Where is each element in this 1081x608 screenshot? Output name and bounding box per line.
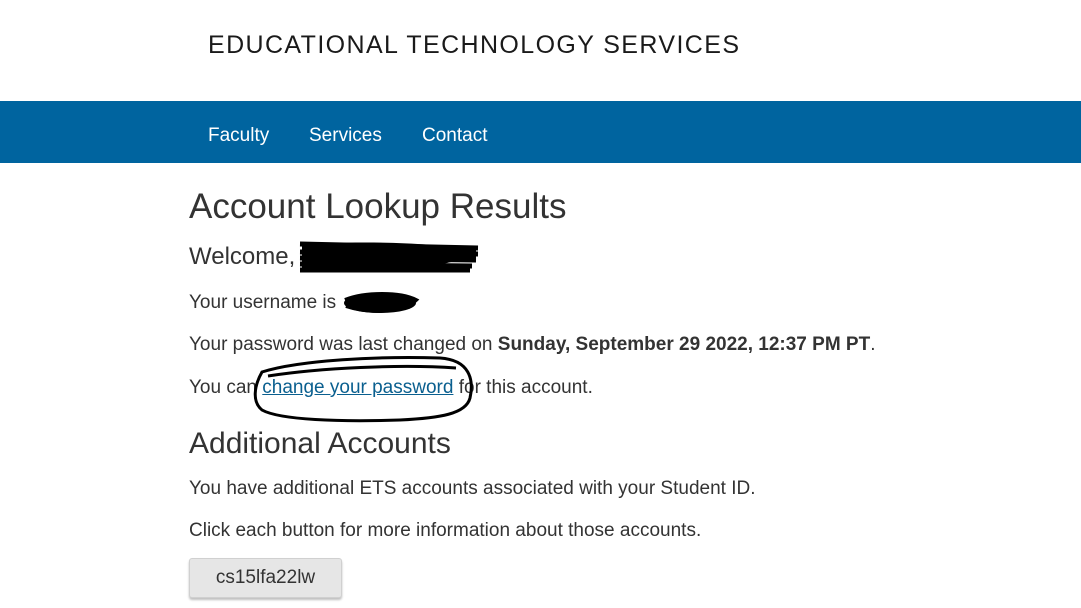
nav-item-faculty[interactable]: Faculty: [208, 125, 269, 147]
nav-item-contact[interactable]: Contact: [422, 125, 487, 147]
site-header: EDUCATIONAL TECHNOLOGY SERVICES: [0, 0, 1081, 101]
password-changed-date: Sunday, September 29 2022, 12:37 PM PT: [497, 334, 871, 355]
additional-accounts-info: You have additional ETS accounts associa…: [189, 478, 756, 499]
password-changed-line: Your password was last changed on Sunday…: [189, 334, 875, 356]
additional-accounts-instruction: Click each button for more information a…: [189, 520, 702, 541]
additional-accounts-title: Additional Accounts: [189, 427, 451, 460]
password-changed-suffix: .: [870, 334, 876, 355]
password-changed-prefix: Your password was last changed on: [189, 334, 493, 355]
account-button[interactable]: cs15lfa22lw: [189, 558, 342, 598]
username-prefix: Your username is: [189, 292, 337, 313]
welcome-line: Welcome,: [189, 243, 295, 271]
change-password-suffix: for this account.: [458, 377, 593, 398]
welcome-prefix: Welcome,: [189, 243, 296, 270]
page-title: Account Lookup Results: [189, 187, 567, 226]
nav-item-services[interactable]: Services: [309, 125, 382, 147]
site-title: EDUCATIONAL TECHNOLOGY SERVICES: [208, 31, 741, 59]
username-redaction: [344, 292, 420, 313]
change-password-line: You can change your password for this ac…: [189, 377, 593, 399]
change-password-prefix: You can: [189, 377, 257, 398]
name-redaction: [299, 241, 479, 273]
change-password-link[interactable]: change your password: [262, 377, 453, 398]
username-line: Your username is: [189, 292, 336, 314]
main-navbar: Faculty Services Contact: [0, 101, 1081, 163]
